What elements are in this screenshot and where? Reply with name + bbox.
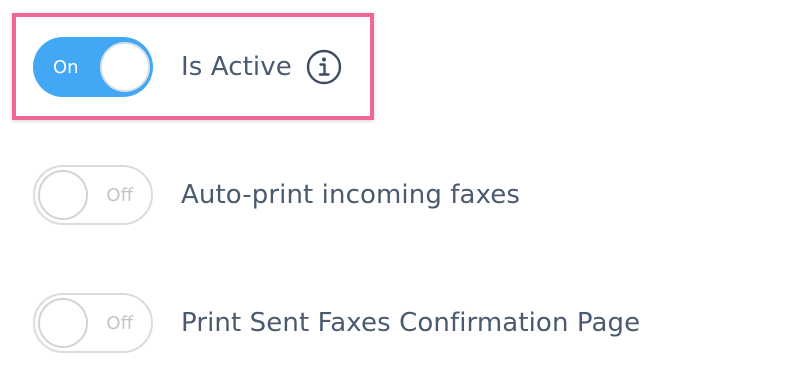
setting-row-is-active: On Is Active xyxy=(33,37,342,97)
auto-print-toggle[interactable]: Off xyxy=(33,165,153,225)
print-sent-confirmation-label: Print Sent Faxes Confirmation Page xyxy=(181,308,641,338)
is-active-label: Is Active xyxy=(181,52,292,82)
toggle-state-label: Off xyxy=(106,184,133,206)
is-active-toggle[interactable]: On xyxy=(33,37,153,97)
setting-row-auto-print: Off Auto-print incoming faxes xyxy=(33,165,520,225)
toggle-state-label: On xyxy=(53,56,79,78)
settings-panel: On Is Active Off Auto-print incoming fax… xyxy=(0,0,792,384)
toggle-knob xyxy=(38,170,88,220)
toggle-state-label: Off xyxy=(106,312,133,334)
toggle-knob xyxy=(38,298,88,348)
auto-print-label: Auto-print incoming faxes xyxy=(181,180,521,210)
setting-row-print-sent-confirmation: Off Print Sent Faxes Confirmation Page xyxy=(33,293,640,353)
info-icon[interactable] xyxy=(306,49,342,85)
print-sent-confirmation-toggle[interactable]: Off xyxy=(33,293,153,353)
toggle-knob xyxy=(100,42,150,92)
